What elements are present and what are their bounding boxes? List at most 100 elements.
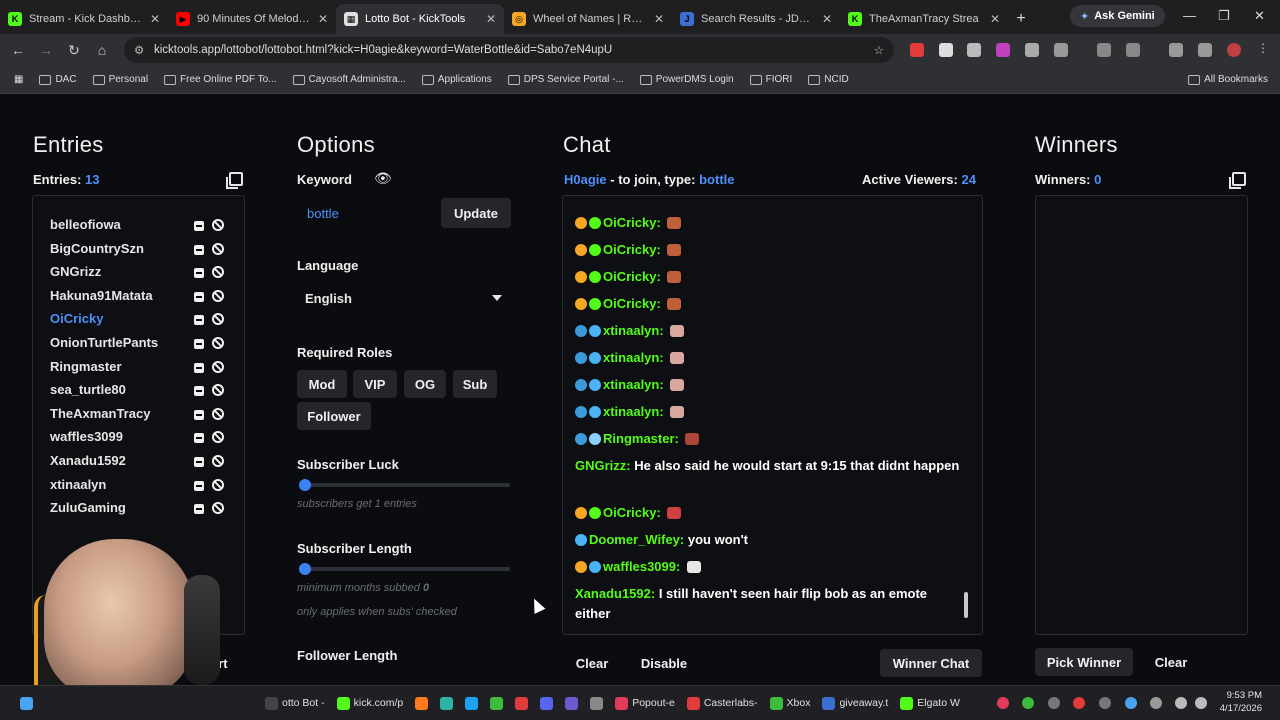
ban-user-icon[interactable] xyxy=(212,384,224,397)
close-tab-icon[interactable]: ✕ xyxy=(486,12,496,26)
download-icon[interactable] xyxy=(1169,43,1183,57)
chat-username[interactable]: OiCricky: xyxy=(603,215,661,230)
tab-search-icon[interactable] xyxy=(1198,43,1212,57)
chat-username[interactable]: OiCricky: xyxy=(603,296,661,311)
remove-entry-icon[interactable] xyxy=(194,409,204,420)
url-input[interactable]: ⚙ kicktools.app/lottobot/lottobot.html?k… xyxy=(124,37,894,63)
minimize-icon[interactable]: — xyxy=(1183,8,1196,23)
ban-user-icon[interactable] xyxy=(212,219,224,231)
network-icon[interactable] xyxy=(1175,697,1187,709)
chat-username[interactable]: OiCricky: xyxy=(603,269,661,284)
extension-icon-6[interactable] xyxy=(1126,43,1140,57)
remove-entry-icon[interactable] xyxy=(194,221,204,231)
taskbar-app[interactable] xyxy=(459,696,484,710)
ban-user-icon[interactable] xyxy=(212,431,224,444)
entry-item[interactable]: belleofiowa xyxy=(50,217,240,237)
bookmark-item[interactable]: FIORI xyxy=(742,74,801,85)
slider-knob[interactable] xyxy=(299,563,311,575)
taskbar-app[interactable]: otto Bot - xyxy=(259,696,331,710)
copy-entries-icon[interactable] xyxy=(226,172,243,189)
chat-username[interactable]: OiCricky: xyxy=(603,242,661,257)
ban-user-icon[interactable] xyxy=(212,455,224,467)
browser-tab[interactable]: ◎ Wheel of Names | Rando ✕ xyxy=(504,4,672,34)
remove-entry-icon[interactable] xyxy=(194,339,204,349)
role-vip-button[interactable]: VIP xyxy=(353,370,397,398)
chat-username[interactable]: xtinaalyn: xyxy=(603,377,664,392)
ban-user-icon[interactable] xyxy=(212,360,224,373)
extension-icon-5[interactable] xyxy=(1025,43,1039,57)
remove-entry-icon[interactable] xyxy=(194,244,204,255)
volume-icon[interactable] xyxy=(1195,697,1207,709)
chat-username[interactable]: xtinaalyn: xyxy=(603,323,664,338)
entry-item[interactable]: BigCountrySzn xyxy=(50,241,240,261)
remove-entry-icon[interactable] xyxy=(194,480,204,491)
chat-username[interactable]: waffles3099: xyxy=(603,559,680,574)
taskbar-app[interactable]: Elgato W xyxy=(894,696,966,710)
back-icon[interactable]: ← xyxy=(4,36,32,64)
ban-user-icon[interactable] xyxy=(212,407,224,420)
remove-entry-icon[interactable] xyxy=(194,457,204,467)
slider-knob[interactable] xyxy=(299,479,311,491)
chat-disable-button[interactable]: Disable xyxy=(632,649,696,677)
bookmark-item[interactable]: Cayosoft Administra... xyxy=(285,74,414,85)
extension-icon-4[interactable] xyxy=(996,43,1010,57)
winner-chat-button[interactable]: Winner Chat xyxy=(880,649,982,677)
chat-username[interactable]: GNGrizz: xyxy=(575,458,631,473)
menu-dots-icon[interactable]: ⋮ xyxy=(1257,41,1271,55)
chat-clear-button[interactable]: Clear xyxy=(563,649,621,677)
apps-grid-icon[interactable]: ▦ xyxy=(6,74,31,85)
close-tab-icon[interactable]: ✕ xyxy=(318,12,328,26)
taskbar-app[interactable] xyxy=(534,696,559,710)
chat-username[interactable]: Xanadu1592: xyxy=(575,586,655,601)
entry-item[interactable]: GNGrizz xyxy=(50,264,240,284)
start-icon[interactable] xyxy=(14,696,39,710)
ban-user-icon[interactable] xyxy=(212,337,224,349)
extensions-puzzle-icon[interactable] xyxy=(1054,43,1068,57)
entry-item[interactable]: TheAxmanTracy xyxy=(50,406,240,426)
new-tab-icon[interactable]: + xyxy=(1008,4,1034,34)
update-button[interactable]: Update xyxy=(441,198,511,228)
sidepanel-icon[interactable] xyxy=(1097,43,1111,57)
ban-user-icon[interactable] xyxy=(212,478,224,491)
tray-icon-2[interactable] xyxy=(1022,697,1034,709)
extension-icon-3[interactable] xyxy=(967,43,981,57)
clock[interactable]: 9:53 PM 4/17/2026 xyxy=(1220,689,1262,715)
chat-username[interactable]: Doomer_Wifey: xyxy=(589,532,684,547)
entry-item[interactable]: ZuluGaming xyxy=(50,500,240,520)
taskbar-app[interactable] xyxy=(434,696,459,710)
ban-user-icon[interactable] xyxy=(212,289,224,302)
entry-item[interactable]: xtinaalyn xyxy=(50,477,240,497)
bookmark-star-icon[interactable]: ☆ xyxy=(874,43,884,57)
profile-avatar[interactable] xyxy=(1227,43,1241,57)
close-tab-icon[interactable]: ✕ xyxy=(150,12,160,26)
bookmark-item[interactable]: DPS Service Portal -... xyxy=(500,74,632,85)
chat-username[interactable]: xtinaalyn: xyxy=(603,404,664,419)
reload-icon[interactable]: ↻ xyxy=(60,36,88,64)
home-icon[interactable]: ⌂ xyxy=(88,36,116,64)
chat-username[interactable]: Ringmaster: xyxy=(603,431,679,446)
entry-item[interactable]: Xanadu1592 xyxy=(50,453,240,473)
chat-username[interactable]: xtinaalyn: xyxy=(603,350,664,365)
subscriber-luck-slider[interactable] xyxy=(299,479,510,491)
bookmark-item[interactable]: Personal xyxy=(85,74,156,85)
eye-icon[interactable]: 👁 xyxy=(374,170,392,186)
chat-log[interactable]: OiCricky: OiCricky: OiCricky: OiCricky: … xyxy=(562,195,983,635)
browser-tab[interactable]: K Stream - Kick Dashboard ✕ xyxy=(0,4,168,34)
role-mod-button[interactable]: Mod xyxy=(297,370,347,398)
site-info-icon[interactable]: ⚙ xyxy=(134,43,144,57)
taskbar-app[interactable] xyxy=(509,696,534,710)
extension-icon-2[interactable] xyxy=(939,43,953,57)
taskbar-app[interactable]: Casterlabs- xyxy=(681,696,764,710)
mic-icon[interactable] xyxy=(1150,697,1162,709)
entry-item[interactable]: Ringmaster xyxy=(50,359,240,379)
chat-username[interactable]: OiCricky: xyxy=(603,505,661,520)
remove-entry-icon[interactable] xyxy=(194,504,204,515)
entry-item[interactable]: OnionTurtlePants xyxy=(50,335,240,355)
bookmark-item[interactable]: Applications xyxy=(414,74,500,85)
remove-entry-icon[interactable] xyxy=(194,315,204,326)
extension-icon-1[interactable] xyxy=(910,43,924,57)
pick-winner-button[interactable]: Pick Winner xyxy=(1035,648,1133,676)
ban-user-icon[interactable] xyxy=(212,313,224,326)
taskbar-app[interactable]: kick.com/p xyxy=(331,696,410,710)
role-follower-button[interactable]: Follower xyxy=(297,402,371,430)
